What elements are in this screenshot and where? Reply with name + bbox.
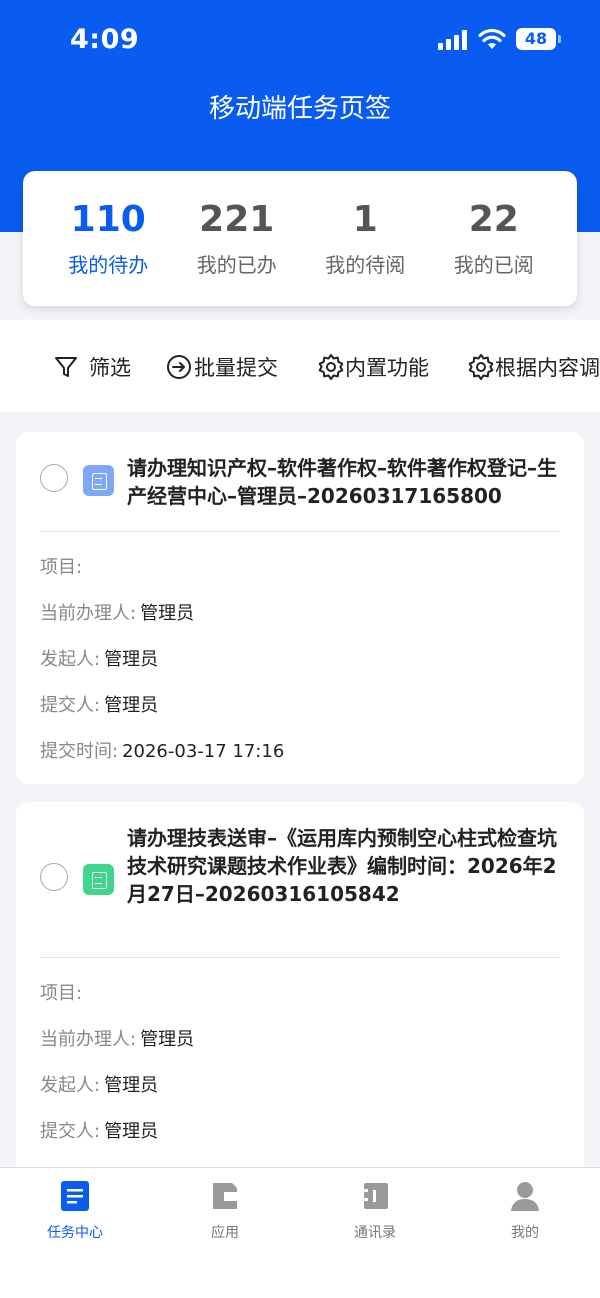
task-card[interactable]: 请办理知识产权–软件著作权–软件著作权登记–生产经营中心–管理员–2026031…: [16, 432, 584, 784]
field-value: 管理员: [104, 1121, 159, 1142]
field-label: 当前办理人:: [40, 603, 137, 624]
filter-label: 筛选: [89, 356, 131, 380]
stat-count: 1: [352, 199, 378, 240]
stat-label: 我的已办: [196, 253, 277, 277]
field-label: 项目:: [40, 983, 83, 1004]
stat-count: 22: [468, 199, 519, 240]
field-value: 2026-03-17 17:16: [122, 741, 285, 762]
field-project: 项目:: [40, 979, 86, 1005]
tab-label: 我的: [511, 1225, 539, 1241]
status-time: 4:09: [70, 24, 140, 55]
cellular-signal-icon: [438, 30, 470, 50]
field-value: 管理员: [104, 1075, 159, 1096]
stat-count: 110: [70, 199, 146, 240]
tab-mine[interactable]: 我的: [450, 1180, 600, 1242]
divider: [40, 957, 560, 958]
tab-label: 任务中心: [47, 1225, 103, 1241]
field-value: 管理员: [104, 649, 159, 670]
field-value: 管理员: [140, 603, 195, 624]
wifi-icon: [478, 28, 506, 49]
stat-my-read[interactable]: 22 我的已阅: [430, 171, 559, 306]
status-bar: 4:09 48: [0, 0, 600, 80]
gear-icon: [468, 354, 494, 380]
bottom-tab-bar: 任务中心 应用 通讯录 我的: [0, 1167, 600, 1298]
filter-button[interactable]: 筛选: [53, 352, 131, 382]
builtin-function-label: 内置功能: [345, 356, 429, 380]
select-radio[interactable]: [40, 464, 68, 492]
document-icon: [83, 465, 114, 496]
field-initiator: 发起人: 管理员: [40, 1071, 158, 1097]
field-label: 项目:: [40, 557, 83, 578]
tab-label: 应用: [211, 1225, 239, 1241]
divider: [40, 531, 560, 532]
tab-apps[interactable]: 应用: [150, 1180, 300, 1242]
field-submitter: 提交人: 管理员: [40, 1117, 158, 1143]
task-card[interactable]: 请办理技表送审–《运用库内预制空心柱式检查坑技术研究课题技术作业表》编制时间：2…: [16, 802, 584, 1182]
field-submit-time: 提交时间: 2026-03-17 17:16: [40, 737, 284, 763]
gear-icon: [318, 354, 344, 380]
tab-label: 通讯录: [354, 1225, 396, 1241]
field-label: 提交时间:: [40, 741, 119, 762]
task-doc-icon: [61, 1181, 89, 1211]
tab-task-center[interactable]: 任务中心: [0, 1180, 150, 1242]
field-project: 项目:: [40, 553, 86, 579]
stat-label: 我的待阅: [325, 253, 406, 277]
apps-icon: [213, 1183, 237, 1209]
task-title: 请办理知识产权–软件著作权–软件著作权登记–生产经营中心–管理员–2026031…: [127, 456, 557, 508]
content-adjust-label: 根据内容调: [495, 356, 600, 380]
page-title: 移动端任务页签: [208, 94, 391, 124]
field-label: 当前办理人:: [40, 1029, 137, 1050]
contacts-icon: [361, 1183, 388, 1209]
stat-label: 我的待办: [68, 253, 149, 277]
filter-icon: [55, 357, 77, 377]
stat-my-done[interactable]: 221 我的已办: [173, 171, 302, 306]
stat-label: 我的已阅: [453, 253, 534, 277]
user-icon: [511, 1182, 539, 1211]
toolbar: 筛选 批量提交 内置功能 根据内容调: [0, 320, 600, 412]
content-adjust-button[interactable]: 根据内容调: [467, 352, 600, 382]
field-label: 提交人:: [40, 695, 101, 716]
task-title: 请办理技表送审–《运用库内预制空心柱式检查坑技术研究课题技术作业表》编制时间：2…: [127, 826, 557, 906]
batch-submit-label: 批量提交: [194, 356, 278, 380]
document-icon: [83, 864, 114, 895]
field-submitter: 提交人: 管理员: [40, 691, 158, 717]
stat-count: 221: [199, 199, 275, 240]
select-radio[interactable]: [40, 863, 68, 891]
field-label: 发起人:: [40, 1075, 101, 1096]
field-label: 提交人:: [40, 1121, 101, 1142]
stats-card: 110 我的待办 221 我的已办 1 我的待阅 22 我的已阅: [23, 171, 577, 306]
tab-contacts[interactable]: 通讯录: [300, 1180, 450, 1242]
field-initiator: 发起人: 管理员: [40, 645, 158, 671]
field-value: 管理员: [104, 695, 159, 716]
stat-my-todo[interactable]: 110 我的待办: [44, 171, 173, 306]
battery-icon: 48: [516, 28, 561, 50]
builtin-function-button[interactable]: 内置功能: [317, 352, 429, 382]
batch-submit-button[interactable]: 批量提交: [166, 352, 278, 382]
arrow-circle-icon: [167, 355, 191, 379]
field-current-handler: 当前办理人: 管理员: [40, 599, 194, 625]
field-label: 发起人:: [40, 649, 101, 670]
field-value: 管理员: [140, 1029, 195, 1050]
field-current-handler: 当前办理人: 管理员: [40, 1025, 194, 1051]
stat-my-to-read[interactable]: 1 我的待阅: [301, 171, 430, 306]
